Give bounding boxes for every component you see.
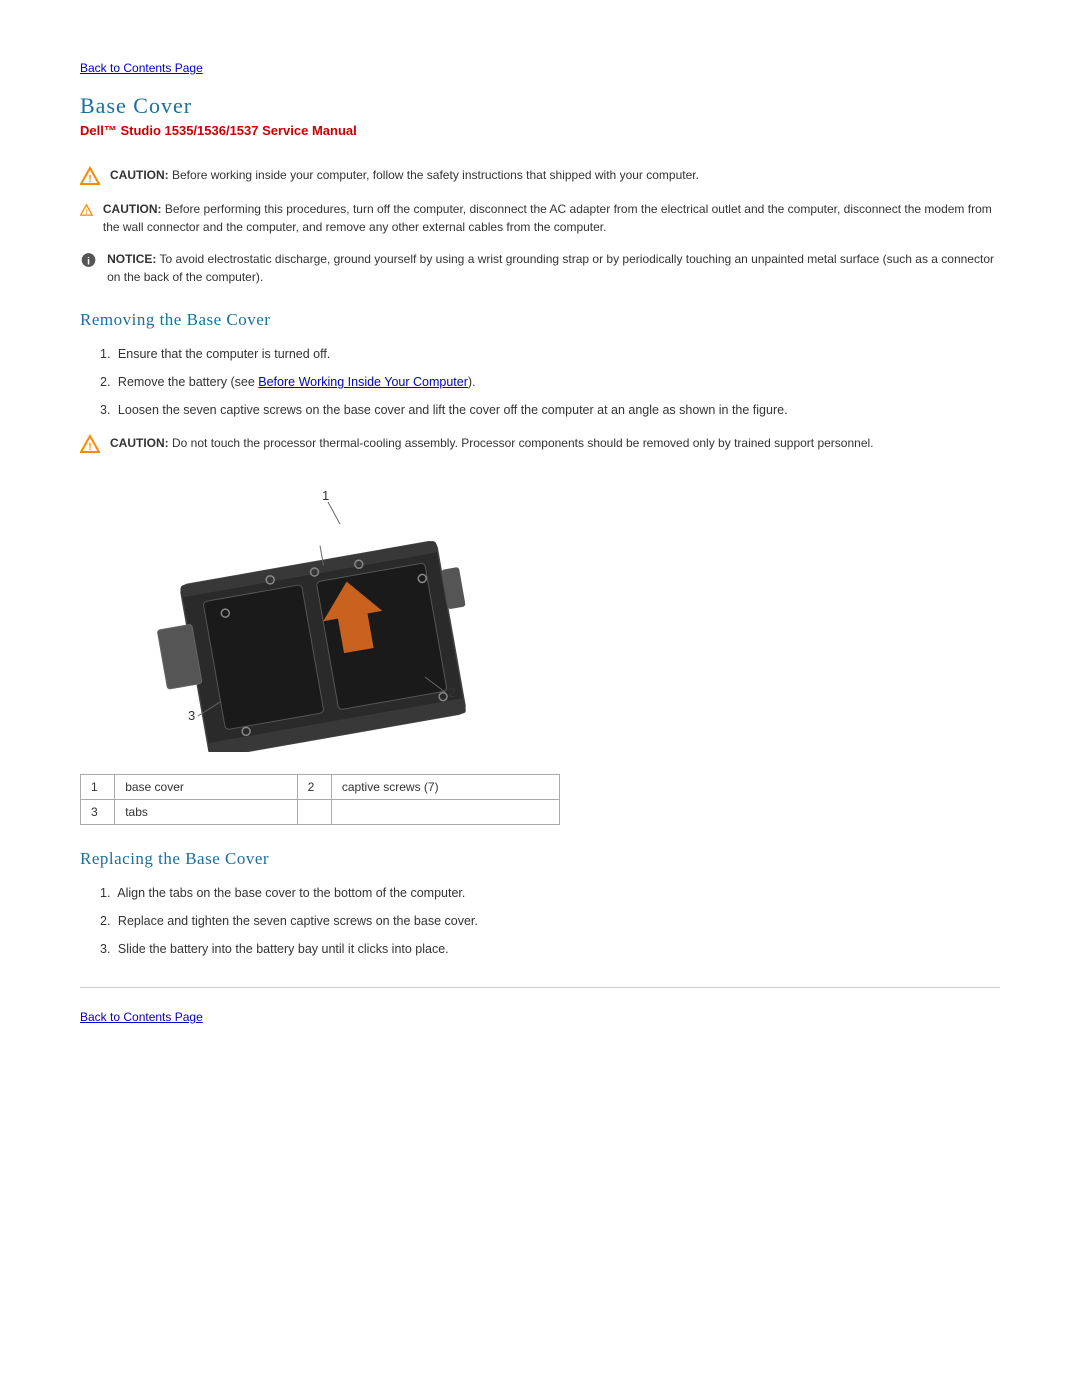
figure-container: 1 2 3 bbox=[140, 472, 480, 752]
figure-label-3: 3 bbox=[188, 708, 195, 723]
notice-icon: i bbox=[80, 250, 97, 270]
removing-section-title: Removing the Base Cover bbox=[80, 310, 1000, 330]
svg-text:i: i bbox=[87, 256, 90, 267]
figure-label-1: 1 bbox=[322, 488, 329, 503]
notice-text: NOTICE: To avoid electrostatic discharge… bbox=[107, 250, 1000, 286]
table-row-1: 1 base cover 2 captive screws (7) bbox=[81, 775, 560, 800]
part-label-1: base cover bbox=[115, 775, 297, 800]
removing-step-1: 1. Ensure that the computer is turned of… bbox=[100, 344, 1000, 364]
caution-text-3: CAUTION: Do not touch the processor ther… bbox=[110, 434, 874, 452]
replacing-step-1: 1. Align the tabs on the base cover to t… bbox=[100, 883, 1000, 903]
parts-table: 1 base cover 2 captive screws (7) 3 tabs bbox=[80, 774, 560, 825]
replacing-step-2: 2. Replace and tighten the seven captive… bbox=[100, 911, 1000, 931]
svg-text:!: ! bbox=[88, 442, 91, 453]
caution-text-1: CAUTION: Before working inside your comp… bbox=[110, 166, 699, 184]
laptop-figure: 1 2 3 bbox=[140, 472, 480, 752]
removing-step-2: 2. Remove the battery (see Before Workin… bbox=[100, 372, 1000, 392]
before-working-link[interactable]: Before Working Inside Your Computer bbox=[258, 375, 468, 389]
caution-icon-3: ! bbox=[80, 434, 100, 454]
notice-block: i NOTICE: To avoid electrostatic dischar… bbox=[80, 250, 1000, 286]
removing-step-3: 3. Loosen the seven captive screws on th… bbox=[100, 400, 1000, 420]
part-num-2: 2 bbox=[297, 775, 331, 800]
replacing-steps-list: 1. Align the tabs on the base cover to t… bbox=[100, 883, 1000, 959]
part-num-empty bbox=[297, 800, 331, 825]
page-subtitle: Dell™ Studio 1535/1536/1537 Service Manu… bbox=[80, 123, 1000, 138]
part-num-3: 3 bbox=[81, 800, 115, 825]
part-label-2: captive screws (7) bbox=[331, 775, 559, 800]
back-to-contents-top[interactable]: Back to Contents Page bbox=[80, 61, 203, 75]
part-num-1: 1 bbox=[81, 775, 115, 800]
page-title: Base Cover bbox=[80, 93, 1000, 119]
caution-icon-1: ! bbox=[80, 166, 100, 186]
replacing-step-3: 3. Slide the battery into the battery ba… bbox=[100, 939, 1000, 959]
replacing-section-title: Replacing the Base Cover bbox=[80, 849, 1000, 869]
removing-steps-list: 1. Ensure that the computer is turned of… bbox=[100, 344, 1000, 420]
svg-text:!: ! bbox=[88, 174, 91, 185]
svg-text:!: ! bbox=[85, 209, 87, 216]
table-row-2: 3 tabs bbox=[81, 800, 560, 825]
part-label-3: tabs bbox=[115, 800, 297, 825]
part-label-empty bbox=[331, 800, 559, 825]
page-divider bbox=[80, 987, 1000, 988]
caution-icon-2: ! bbox=[80, 200, 93, 220]
caution-block-2: ! CAUTION: Before performing this proced… bbox=[80, 200, 1000, 236]
caution-block-1: ! CAUTION: Before working inside your co… bbox=[80, 166, 1000, 186]
back-to-contents-bottom[interactable]: Back to Contents Page bbox=[80, 1010, 203, 1024]
caution-text-2: CAUTION: Before performing this procedur… bbox=[103, 200, 1000, 236]
figure-label-2: 2 bbox=[448, 685, 455, 700]
caution-block-3: ! CAUTION: Do not touch the processor th… bbox=[80, 434, 1000, 454]
